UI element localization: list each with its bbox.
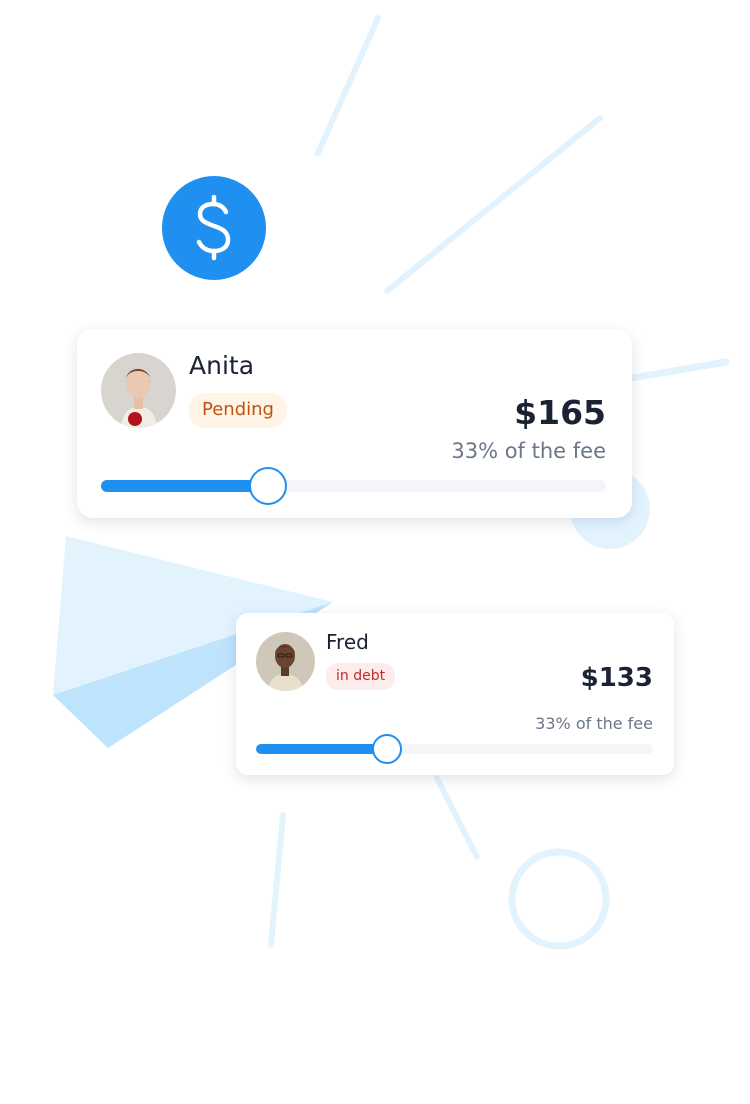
- slider-thumb[interactable]: [372, 733, 402, 764]
- member-card-anita: Anita Pending $165 33% of the fee: [77, 329, 632, 518]
- dollar-icon: [196, 195, 231, 261]
- member-name: Fred: [326, 630, 369, 654]
- member-card-fred: Fred in debt $133 33% of the fee: [236, 613, 674, 775]
- fee-share-slider[interactable]: [101, 467, 606, 505]
- slider-fill: [256, 743, 387, 754]
- dollar-badge: [162, 176, 266, 280]
- slider-thumb[interactable]: [248, 467, 287, 505]
- amount-value: $133: [580, 663, 653, 693]
- amount-value: $165: [514, 393, 606, 432]
- decor-line: [315, 15, 381, 156]
- member-name: Anita: [189, 351, 255, 380]
- decor-line: [384, 115, 603, 294]
- decor-ring: [508, 848, 610, 950]
- slider-fill: [101, 480, 268, 492]
- fee-share-label: 33% of the fee: [535, 714, 653, 733]
- decor-line: [628, 358, 730, 382]
- status-badge: in debt: [326, 663, 396, 690]
- status-badge: Pending: [189, 393, 287, 428]
- decor-line: [434, 775, 480, 860]
- fee-share-label: 33% of the fee: [451, 439, 606, 463]
- background-decoration: [53, 15, 730, 950]
- avatar: [101, 353, 176, 428]
- fee-share-slider[interactable]: [256, 733, 653, 764]
- decor-line: [268, 812, 286, 948]
- avatar: [256, 632, 315, 691]
